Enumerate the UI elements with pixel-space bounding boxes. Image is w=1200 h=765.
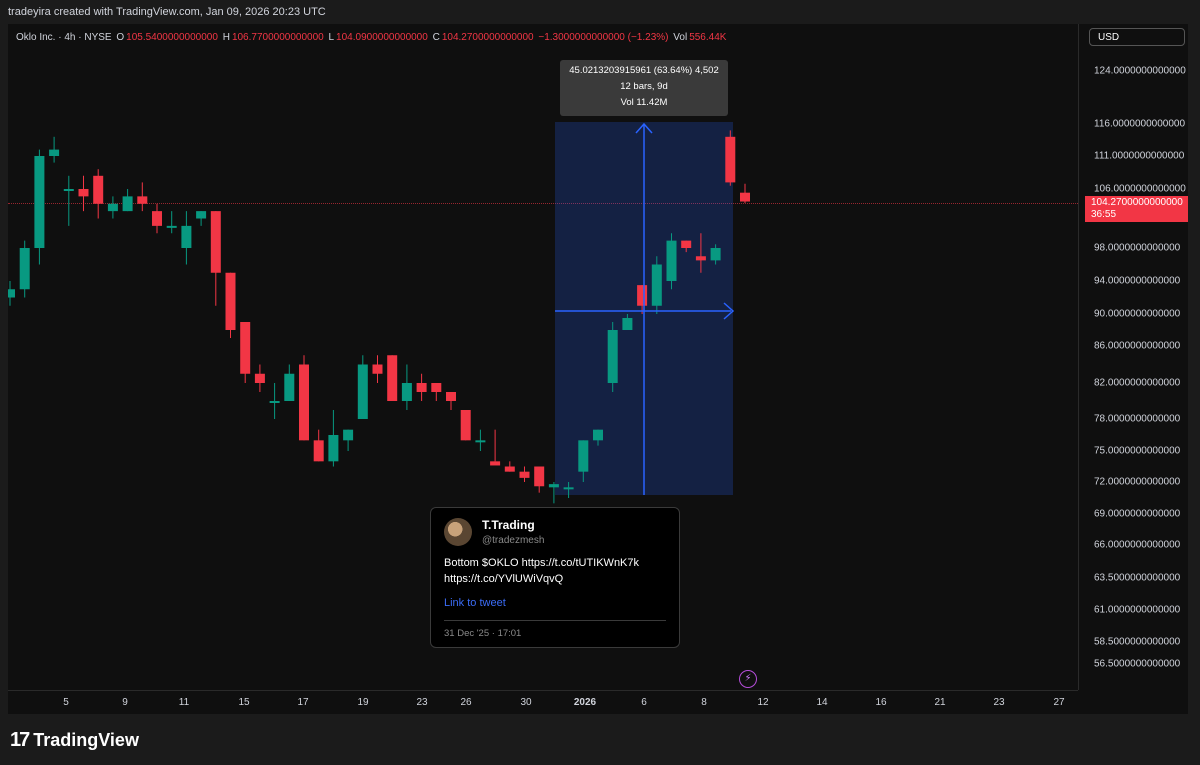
change-value: −1.3000000000000 (−1.23%) bbox=[538, 32, 669, 43]
time-axis-border bbox=[8, 690, 1078, 691]
time-tick-label: 6 bbox=[641, 697, 647, 708]
tweet-author-name: T.Trading bbox=[482, 518, 535, 532]
price-tick-label: 94.0000000000000 bbox=[1094, 275, 1181, 287]
price-tick-label: 106.0000000000000 bbox=[1094, 183, 1186, 195]
lightning-icon[interactable]: ⚡ bbox=[739, 670, 757, 688]
price-tick-label: 111.0000000000000 bbox=[1094, 150, 1185, 162]
time-tick-label: 12 bbox=[757, 697, 769, 708]
bar-countdown: 36:55 bbox=[1091, 209, 1117, 220]
low-value: 104.0900000000000 bbox=[336, 32, 428, 43]
tradingview-wordmark: TradingView bbox=[33, 730, 139, 750]
time-tick-label: 19 bbox=[357, 697, 369, 708]
tweet-avatar bbox=[444, 518, 472, 546]
time-tick-label: 23 bbox=[416, 697, 428, 708]
measure-bars: 12 bars, 9d bbox=[620, 81, 668, 92]
currency-button[interactable]: USD bbox=[1089, 28, 1185, 46]
tweet-text-line: https://t.co/YVlUWiVqvQ bbox=[444, 573, 564, 585]
price-tick-label: 66.0000000000000 bbox=[1094, 539, 1181, 551]
measure-volume: Vol 11.42M bbox=[620, 97, 668, 108]
time-tick-label: 17 bbox=[297, 697, 309, 708]
tradingview-logo[interactable]: 17 TradingView bbox=[10, 729, 139, 752]
price-tick-label: 69.0000000000000 bbox=[1094, 508, 1181, 520]
tweet-author-handle: @tradezmesh bbox=[482, 535, 545, 546]
current-price-tag: 104.2700000000000 36:55 bbox=[1085, 196, 1188, 222]
tradingview-mark-icon: 17 bbox=[10, 729, 30, 751]
price-tick-label: 58.5000000000000 bbox=[1094, 636, 1181, 648]
time-tick-label: 26 bbox=[460, 697, 472, 708]
tweet-link[interactable]: Link to tweet bbox=[444, 597, 506, 609]
time-tick-label: 30 bbox=[520, 697, 532, 708]
price-tick-label: 124.0000000000000 bbox=[1094, 65, 1186, 77]
time-tick-label: 9 bbox=[122, 697, 128, 708]
price-tick-label: 63.5000000000000 bbox=[1094, 572, 1181, 584]
price-tick-label: 78.0000000000000 bbox=[1094, 413, 1181, 425]
price-axis-border bbox=[1078, 24, 1079, 690]
time-tick-label: 16 bbox=[875, 697, 887, 708]
price-tick-label: 90.0000000000000 bbox=[1094, 308, 1181, 320]
time-tick-label: 23 bbox=[993, 697, 1005, 708]
chart-caption: tradeyira created with TradingView.com, … bbox=[8, 6, 326, 18]
time-tick-label: 27 bbox=[1053, 697, 1065, 708]
close-value: 104.2700000000000 bbox=[441, 32, 534, 43]
price-tick-label: 98.0000000000000 bbox=[1094, 242, 1181, 254]
symbol-name[interactable]: Oklo Inc. · 4h · NYSE bbox=[16, 32, 112, 43]
measure-change: 45.0213203915961 (63.64%) 4,502 bbox=[569, 65, 719, 76]
time-tick-label: 11 bbox=[178, 697, 190, 708]
time-tick-label: 14 bbox=[816, 697, 828, 708]
high-label: H bbox=[222, 32, 230, 43]
tweet-text: Bottom $OKLO https://t.co/tUTIKWnK7k htt… bbox=[444, 555, 674, 587]
price-tick-label: 116.0000000000000 bbox=[1094, 118, 1186, 130]
measure-tooltip: 45.0213203915961 (63.64%) 4,502 12 bars,… bbox=[560, 60, 728, 116]
time-tick-label: 21 bbox=[934, 697, 946, 708]
price-tick-label: 56.5000000000000 bbox=[1094, 658, 1181, 670]
chart-area[interactable]: 45.0213203915961 (63.64%) 4,502 12 bars,… bbox=[8, 24, 1188, 714]
price-tick-label: 75.0000000000000 bbox=[1094, 445, 1181, 457]
tweet-text-line: Bottom $OKLO https://t.co/tUTIKWnK7k bbox=[444, 557, 640, 569]
tweet-date: 31 Dec '25 · 17:01 bbox=[444, 628, 522, 639]
price-tick-label: 86.0000000000000 bbox=[1094, 340, 1181, 352]
current-price-value: 104.2700000000000 bbox=[1091, 197, 1183, 208]
low-label: L bbox=[328, 32, 335, 43]
volume-label: Vol bbox=[673, 32, 688, 43]
tweet-divider bbox=[444, 620, 666, 621]
open-value: 105.5400000000000 bbox=[126, 32, 218, 43]
time-tick-label: 15 bbox=[238, 697, 250, 708]
time-tick-label: 2026 bbox=[573, 697, 597, 708]
open-label: O bbox=[116, 32, 125, 43]
tweet-card[interactable]: T.Trading @tradezmesh Bottom $OKLO https… bbox=[430, 507, 680, 648]
price-tick-label: 72.0000000000000 bbox=[1094, 476, 1181, 488]
symbol-legend: Oklo Inc. · 4h · NYSE O 105.5400000000000… bbox=[16, 32, 728, 43]
close-label: C bbox=[432, 32, 440, 43]
price-tick-label: 82.0000000000000 bbox=[1094, 377, 1181, 389]
volume-value: 556.44K bbox=[689, 32, 727, 43]
price-tick-label: 61.0000000000000 bbox=[1094, 604, 1181, 616]
high-value: 106.7700000000000 bbox=[231, 32, 324, 43]
time-tick-label: 8 bbox=[701, 697, 707, 708]
time-tick-label: 5 bbox=[63, 697, 69, 708]
